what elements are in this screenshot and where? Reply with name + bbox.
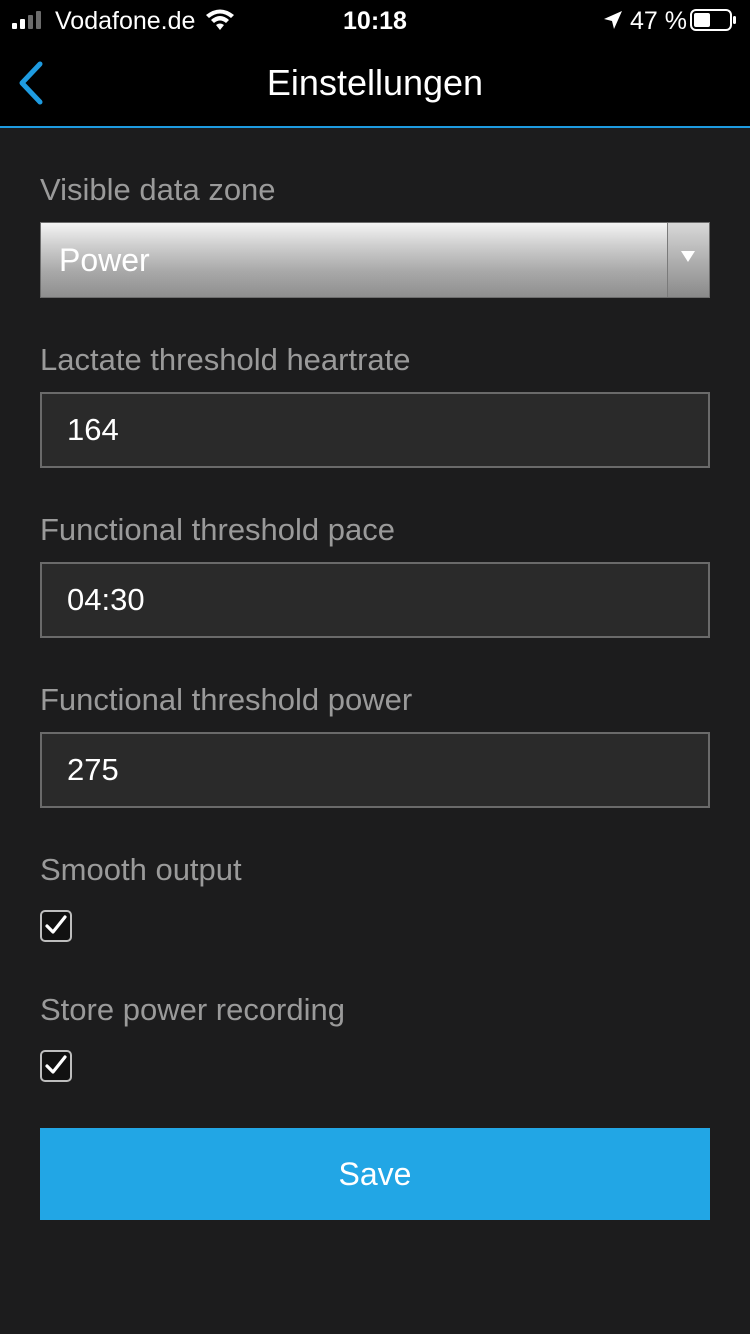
status-bar: Vodafone.de 10:18 47 % [0, 0, 750, 40]
lactate-threshold-heartrate-input[interactable] [40, 392, 710, 468]
checkmark-icon [45, 915, 67, 934]
triangle-down-icon [681, 251, 695, 262]
page-title: Einstellungen [266, 62, 484, 103]
save-button[interactable]: Save [40, 1128, 710, 1220]
functional-threshold-pace-label: Functional threshold pace [40, 512, 396, 547]
visible-data-zone-select[interactable]: Power [40, 222, 710, 298]
functional-threshold-power-label: Functional threshold power [40, 682, 413, 717]
functional-threshold-power-input[interactable] [40, 732, 710, 808]
smooth-output-label: Smooth output [40, 852, 242, 887]
select-arrow-button[interactable] [667, 223, 709, 297]
battery-icon [690, 9, 736, 31]
checkmark-icon [45, 1055, 67, 1074]
store-power-recording-checkbox[interactable] [40, 1050, 72, 1082]
navigation-bar: Einstellungen [0, 40, 750, 128]
visible-data-zone-label: Visible data zone [40, 172, 276, 207]
battery-percent: 47 % [630, 7, 687, 35]
lactate-threshold-heartrate-label: Lactate threshold heartrate [40, 342, 411, 377]
visible-data-zone-value: Power [59, 242, 150, 278]
store-power-recording-label: Store power recording [40, 992, 345, 1027]
location-arrow-icon [604, 11, 622, 29]
smooth-output-checkbox[interactable] [40, 910, 72, 942]
functional-threshold-pace-input[interactable] [40, 562, 710, 638]
